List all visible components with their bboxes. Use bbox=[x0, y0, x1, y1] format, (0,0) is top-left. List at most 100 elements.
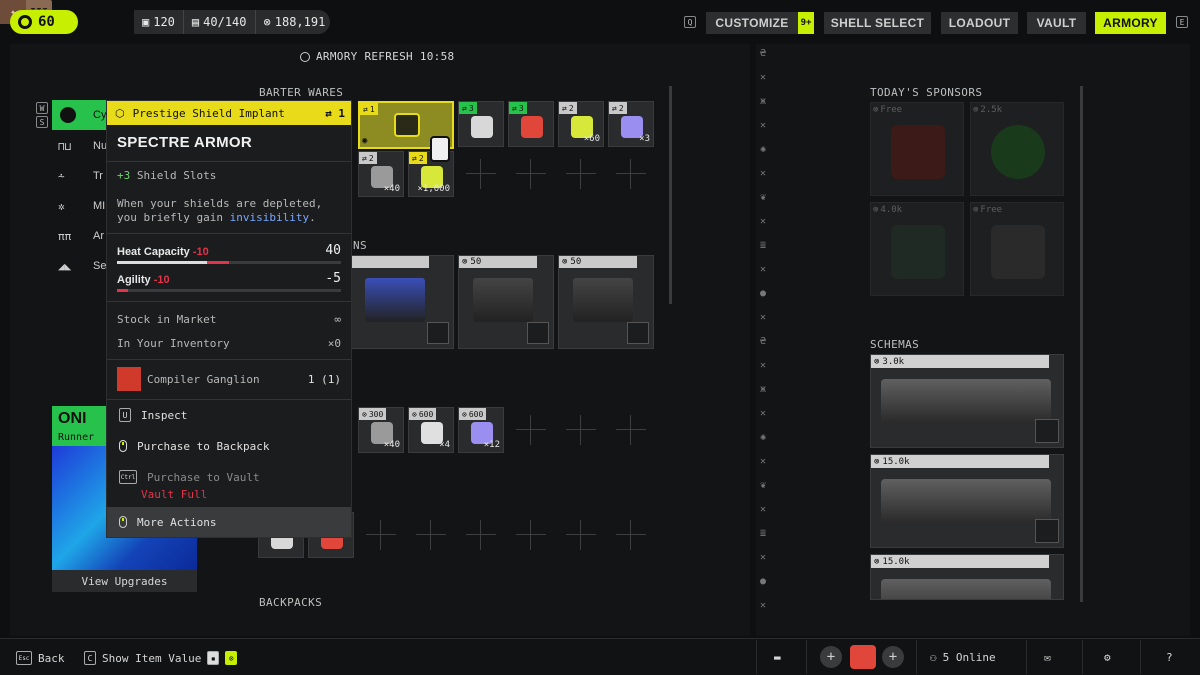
more-actions-button[interactable]: More Actions bbox=[107, 507, 351, 537]
mi-icon[interactable]: ✲ bbox=[58, 200, 76, 213]
ammo-tile[interactable]: ⊗ 600 ×4 bbox=[408, 407, 454, 453]
tab-armory[interactable]: ARMORY bbox=[1095, 12, 1166, 34]
stat-agility-value: -5 bbox=[325, 271, 341, 286]
agility-bar-penalty bbox=[117, 289, 129, 292]
stat-heat-capacity-label: Heat Capacity -10 bbox=[117, 246, 209, 258]
sponsors-scrollbar[interactable] bbox=[1080, 86, 1083, 314]
currency-icon: ⊗ bbox=[263, 15, 271, 29]
sponsor-card[interactable]: ⊗ 2.5k bbox=[970, 102, 1064, 196]
sponsor-crate-icon bbox=[991, 225, 1045, 279]
sidebar-glyph: ❦ bbox=[760, 192, 767, 203]
empty-slot bbox=[508, 407, 554, 453]
stat-heat-capacity-value: 40 bbox=[325, 243, 341, 258]
separator bbox=[1140, 640, 1141, 674]
schema-card[interactable]: ⊗ 15.0k bbox=[870, 554, 1064, 600]
tile-count: ⇄ 1 bbox=[360, 103, 378, 115]
schema-card[interactable]: ⊗ 15.0k bbox=[870, 454, 1064, 548]
pistol-icon bbox=[473, 278, 533, 322]
tab-loadout[interactable]: LOADOUT bbox=[941, 12, 1018, 34]
barter-tile[interactable]: ⇄ 3 bbox=[458, 101, 504, 147]
barter-tile[interactable]: ⇄ 2 ×3 bbox=[608, 101, 654, 147]
barter-tile[interactable]: ⇄ 3 bbox=[508, 101, 554, 147]
empty-slot bbox=[608, 151, 654, 197]
nucleus-icon[interactable]: ⊓⊔ bbox=[58, 140, 76, 153]
armor-icon[interactable]: ππ bbox=[58, 230, 76, 243]
schemas-scrollbar[interactable] bbox=[1080, 312, 1083, 602]
online-friends-button[interactable]: ⚇ 5 Online bbox=[930, 651, 996, 664]
heat-capacity-bar bbox=[117, 261, 341, 264]
key-c-hint: C bbox=[84, 651, 96, 665]
hand-cursor-icon bbox=[430, 136, 450, 162]
smg-icon bbox=[573, 278, 633, 322]
description-line-2: you briefly gain invisibility. bbox=[117, 211, 316, 224]
currency-icon: ⊗ bbox=[562, 257, 568, 267]
divider bbox=[107, 399, 351, 400]
sidebar-glyph: ✕ bbox=[760, 72, 767, 83]
purchase-backpack-action[interactable]: Purchase to Backpack bbox=[107, 432, 351, 460]
schema-card[interactable]: ⊗ 3.0k bbox=[870, 354, 1064, 448]
mail-icon[interactable]: ✉ bbox=[1044, 651, 1051, 664]
currency-icon: ⊗ bbox=[462, 257, 468, 267]
tab-vault[interactable]: VAULT bbox=[1027, 12, 1086, 34]
agility-bar bbox=[117, 289, 341, 292]
stat-currency: ⊗ 188,191 bbox=[254, 10, 334, 34]
sidebar-glyph: ✺ bbox=[760, 432, 767, 443]
chat-icon[interactable]: ▬ bbox=[774, 651, 781, 664]
party-add-right-button[interactable]: + bbox=[882, 646, 904, 668]
divider bbox=[107, 359, 351, 360]
key-w-hint: W bbox=[36, 102, 48, 114]
sponsor-card[interactable]: ⊗ Free bbox=[970, 202, 1064, 296]
empty-slot bbox=[558, 151, 604, 197]
help-button[interactable]: ? bbox=[1166, 651, 1173, 664]
cyber-icon bbox=[60, 107, 76, 123]
barter-tile[interactable]: ⇄ 2 ×60 bbox=[558, 101, 604, 147]
divider bbox=[107, 233, 351, 234]
heat-capacity-bar-fill bbox=[117, 261, 207, 264]
back-button[interactable]: Esc Back bbox=[16, 651, 65, 665]
weapon-card[interactable] bbox=[350, 255, 454, 349]
sponsor-card[interactable]: ⊗ 4.0k bbox=[870, 202, 964, 296]
inspect-action[interactable]: U Inspect bbox=[107, 401, 351, 429]
armory-scrollbar[interactable] bbox=[669, 86, 672, 304]
barter-tile[interactable]: ⇄ 2 ×40 bbox=[358, 151, 404, 197]
compiler-ganglion-icon bbox=[117, 367, 141, 391]
ammo-type-icon bbox=[1035, 519, 1059, 543]
weapon-card[interactable]: ⊗ 50 bbox=[458, 255, 554, 349]
sensor-icon[interactable]: ◢◣ bbox=[58, 260, 76, 273]
mouse-right-icon bbox=[119, 516, 127, 528]
shield-icon: ⬡ bbox=[115, 106, 125, 120]
bonus-line: +3 Shield Slots bbox=[117, 169, 216, 183]
player-avatar[interactable] bbox=[850, 645, 876, 669]
section-barter-wares: BARTER WARES bbox=[259, 86, 344, 99]
sponsor-card[interactable]: ⊗ Free bbox=[870, 102, 964, 196]
tracker-icon[interactable]: ⩪ bbox=[58, 170, 76, 183]
purchase-vault-action[interactable]: Ctrl Purchase to Vault bbox=[107, 463, 351, 491]
level-value: 60 bbox=[38, 14, 55, 30]
tab-customize[interactable]: CUSTOMIZE bbox=[706, 12, 798, 34]
weapon-card[interactable]: ⊗ 50 bbox=[558, 255, 654, 349]
tab-shell-select[interactable]: SHELL SELECT bbox=[824, 12, 931, 34]
category-label-nu[interactable]: Nu bbox=[93, 140, 107, 152]
empty-slot bbox=[408, 512, 454, 558]
view-upgrades-button[interactable]: View Upgrades bbox=[52, 570, 197, 592]
stat-agility-label: Agility -10 bbox=[117, 274, 170, 286]
category-label-mi[interactable]: MI bbox=[93, 200, 105, 212]
sidebar-glyph: ❦ bbox=[760, 480, 767, 491]
settings-gear-icon[interactable]: ⚙ bbox=[1104, 651, 1111, 664]
separator bbox=[1026, 640, 1027, 674]
customize-badge: 9+ bbox=[798, 12, 814, 34]
ammo-tile[interactable]: ⊗ 300 ×40 bbox=[358, 407, 404, 453]
category-label-ar[interactable]: Ar bbox=[93, 230, 104, 242]
sidebar-glyph: ✕ bbox=[760, 312, 767, 323]
level-badge: 60 bbox=[10, 10, 78, 34]
rifle-icon bbox=[881, 479, 1051, 523]
ammo-type-icon bbox=[1035, 419, 1059, 443]
ammo-tile[interactable]: ⊗ 600 ×12 bbox=[458, 407, 504, 453]
category-item-active[interactable]: Cy bbox=[52, 100, 108, 130]
empty-slot bbox=[508, 512, 554, 558]
category-label-tr[interactable]: Tr bbox=[93, 170, 103, 182]
show-item-value-button[interactable]: C Show Item Value ▪ ⊗ bbox=[84, 651, 238, 665]
party-add-left-button[interactable]: + bbox=[820, 646, 842, 668]
category-label-se[interactable]: Se bbox=[93, 260, 106, 272]
sidebar-glyph: ✕ bbox=[760, 504, 767, 515]
